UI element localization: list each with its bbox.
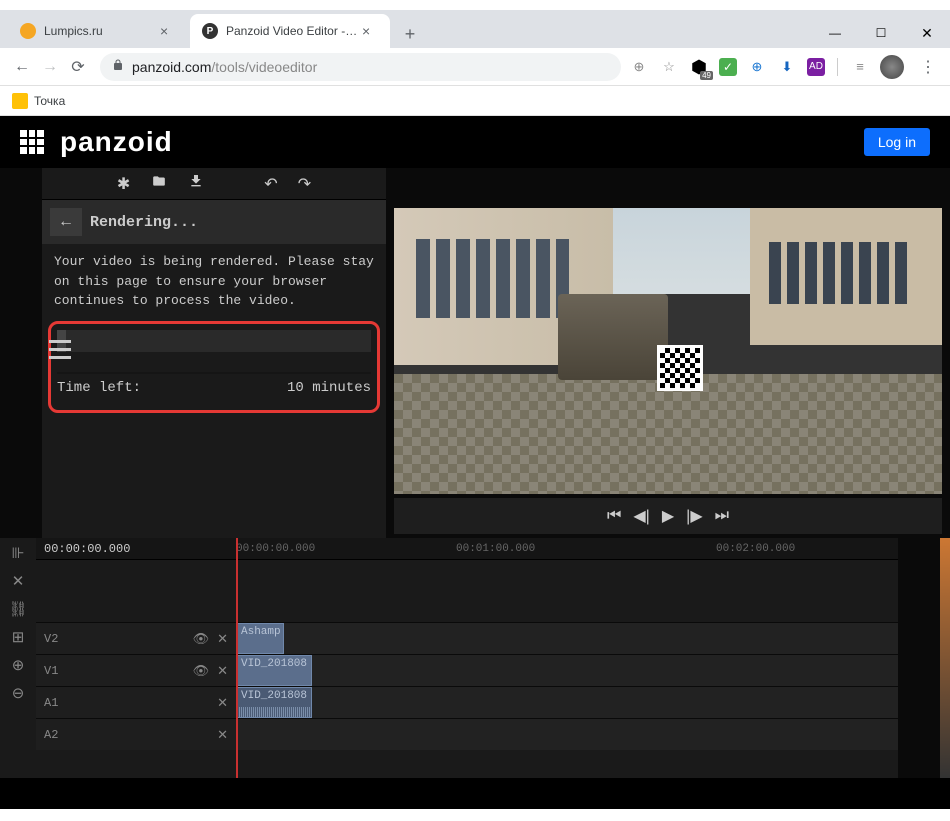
url-text: panzoid.com/tools/videoeditor <box>132 59 317 75</box>
avatar[interactable] <box>880 55 904 79</box>
app-header: panzoid Log in <box>0 116 950 168</box>
prev-frame-icon[interactable]: ◀| <box>633 506 649 526</box>
ext-adblock-icon[interactable]: 49 <box>689 57 709 77</box>
bookmarks-bar: Точка <box>0 86 950 116</box>
playhead[interactable] <box>236 538 238 778</box>
render-message: Your video is being rendered. Please sta… <box>42 244 386 319</box>
panel-title: Rendering... <box>90 214 198 231</box>
browser-menu-button[interactable]: ⋮ <box>914 57 942 77</box>
panel-header: ← Rendering... <box>42 200 386 244</box>
adjust-icon[interactable]: ⊪ <box>11 544 24 562</box>
folder-icon[interactable] <box>150 174 168 193</box>
minimize-button[interactable]: — <box>812 18 858 48</box>
favicon: P <box>202 23 218 39</box>
close-icon[interactable]: ✕ <box>217 663 228 679</box>
close-icon[interactable]: ✕ <box>217 727 228 743</box>
track-label: V2 <box>44 632 185 646</box>
eye-icon[interactable]: 👁 <box>193 663 210 679</box>
ext-green-icon[interactable]: ✓ <box>719 58 737 76</box>
ext-download-icon[interactable]: ⬇ <box>777 57 797 77</box>
ext-purple-icon[interactable]: AD <box>807 58 825 76</box>
redo-icon[interactable]: ↷ <box>298 174 311 194</box>
tab-title: Lumpics.ru <box>44 24 156 38</box>
browser-tab-bar: Lumpics.ru × P Panzoid Video Editor - Ed… <box>0 10 950 48</box>
download-icon[interactable] <box>188 173 204 194</box>
close-icon[interactable]: × <box>160 23 176 39</box>
link-icon[interactable]: ⛓ <box>8 600 27 618</box>
track-label: A1 <box>44 696 209 710</box>
skip-start-icon[interactable]: ⏮ <box>607 507 621 525</box>
qr-code <box>657 345 703 391</box>
forward-button[interactable]: → <box>36 53 64 81</box>
maximize-button[interactable]: ☐ <box>858 18 904 48</box>
bookmark-label: Точка <box>34 94 65 108</box>
player-controls: ⏮ ◀| ▶ |▶ ⏭ <box>394 498 942 534</box>
ext-icon[interactable]: ⊕ <box>629 57 649 77</box>
tab-title: Panzoid Video Editor - Edit Videos <box>226 24 358 38</box>
tab-lumpics[interactable]: Lumpics.ru × <box>8 14 188 48</box>
preview-area: ⏮ ◀| ▶ |▶ ⏭ <box>386 168 950 538</box>
close-icon[interactable]: ✕ <box>217 631 228 647</box>
time-ruler[interactable]: 00:00:00.000 00:00:00.000 00:01:00.000 0… <box>36 538 898 560</box>
time-value: 10 minutes <box>287 380 371 396</box>
time-label: Time left: <box>57 380 141 396</box>
sidebar-narrow <box>0 168 42 538</box>
right-strip <box>898 538 950 778</box>
track-label: V1 <box>44 664 185 678</box>
app-logo: panzoid <box>60 126 173 158</box>
reading-list-icon[interactable]: ≡ <box>850 57 870 77</box>
delete-icon[interactable]: ✕ <box>12 572 25 590</box>
close-window-button[interactable]: ✕ <box>904 18 950 48</box>
progress-bar <box>57 330 371 352</box>
next-frame-icon[interactable]: |▶ <box>686 506 702 526</box>
skip-end-icon[interactable]: ⏭ <box>715 507 729 525</box>
zoom-in-icon[interactable]: ⊕ <box>12 656 25 674</box>
play-icon[interactable]: ▶ <box>662 506 674 526</box>
address-bar: ← → ⟳ panzoid.com/tools/videoeditor ⊕ ☆ … <box>0 48 950 86</box>
time-marker: 00:01:00.000 <box>456 543 535 555</box>
timeline-area: ⊪ ✕ ⛓ ⊞ ⊕ ⊖ 00:00:00.000 00:00:00.000 00… <box>0 538 950 778</box>
back-button[interactable]: ← <box>8 53 36 81</box>
lock-icon <box>112 58 124 76</box>
left-panel: ✱ ↶ ↷ ← Rendering... Your video is being… <box>42 168 386 538</box>
toolbar: ✱ ↶ ↷ <box>42 168 386 200</box>
bookmark-tochka[interactable]: Точка <box>12 93 65 109</box>
zoom-out-icon[interactable]: ⊖ <box>12 684 25 702</box>
time-marker: 00:00:00.000 <box>236 543 315 555</box>
clip[interactable]: VID_201808 <box>236 687 312 718</box>
track-A1[interactable]: A1 ✕ VID_201808 <box>36 686 898 718</box>
snap-icon[interactable]: ⊞ <box>12 628 25 646</box>
folder-icon <box>12 93 28 109</box>
reload-button[interactable]: ⟳ <box>64 53 92 81</box>
timeline-tools: ⊪ ✕ ⛓ ⊞ ⊕ ⊖ <box>0 538 36 778</box>
video-preview[interactable] <box>394 208 942 494</box>
close-icon[interactable]: ✕ <box>217 695 228 711</box>
track-label: A2 <box>44 728 209 742</box>
track-V2[interactable]: V2 👁 ✕ Ashamp <box>36 622 898 654</box>
new-icon[interactable]: ✱ <box>117 174 130 194</box>
login-button[interactable]: Log in <box>864 128 930 156</box>
close-icon[interactable]: × <box>362 23 378 39</box>
clip[interactable]: Ashamp <box>236 623 284 654</box>
hamburger-icon[interactable] <box>40 330 80 368</box>
ext-blue-icon[interactable]: ⊕ <box>747 57 767 77</box>
undo-icon[interactable]: ↶ <box>264 174 277 194</box>
eye-icon[interactable]: 👁 <box>193 631 210 647</box>
track-A2[interactable]: A2 ✕ <box>36 718 898 750</box>
back-button[interactable]: ← <box>50 208 82 236</box>
app-grid-icon[interactable] <box>20 130 44 154</box>
url-field[interactable]: panzoid.com/tools/videoeditor <box>100 53 621 81</box>
highlight-box: Time left: 10 minutes <box>48 321 380 413</box>
time-marker: 00:02:00.000 <box>716 543 795 555</box>
tab-panzoid[interactable]: P Panzoid Video Editor - Edit Videos × <box>190 14 390 48</box>
star-icon[interactable]: ☆ <box>659 57 679 77</box>
track-V1[interactable]: V1 👁 ✕ VID_201808 <box>36 654 898 686</box>
time-current: 00:00:00.000 <box>36 542 236 556</box>
favicon <box>20 23 36 39</box>
clip[interactable]: VID_201808 <box>236 655 312 686</box>
new-tab-button[interactable]: + <box>396 20 424 48</box>
